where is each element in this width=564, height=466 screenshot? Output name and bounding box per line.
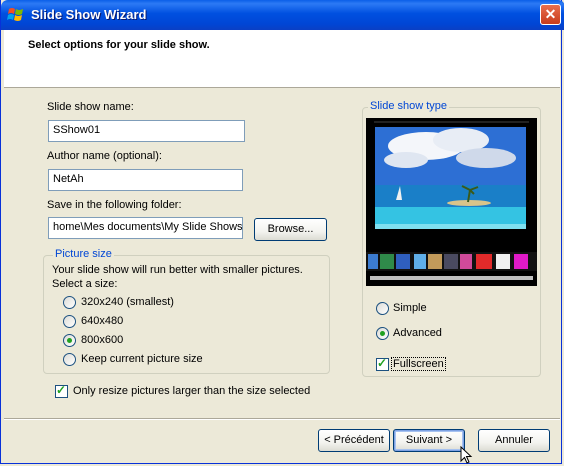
author-label: Author name (optional):: [47, 150, 162, 162]
size-radio-320[interactable]: [63, 296, 76, 309]
title-bar[interactable]: Slide Show Wizard ✕: [1, 0, 564, 30]
slide-show-type-title: Slide show type: [368, 100, 450, 112]
wizard-header: Select options for your slide show.: [4, 30, 560, 88]
cancel-button[interactable]: Annuler: [478, 429, 550, 452]
picture-size-hint: Your slide show will run better with sma…: [52, 264, 303, 276]
size-option-800-label: 800x600: [81, 334, 124, 346]
size-option-keep-label: Keep current picture size: [81, 353, 203, 365]
size-radio-640[interactable]: [63, 315, 76, 328]
close-icon: ✕: [544, 6, 557, 22]
page-title: Select options for your slide show.: [28, 39, 210, 51]
size-radio-keep[interactable]: [63, 353, 76, 366]
size-option-640-label: 640x480: [81, 315, 124, 327]
name-label: Slide show name:: [47, 101, 134, 113]
wizard-window: Slide Show Wizard ✕ Select options for y…: [0, 0, 564, 464]
close-button[interactable]: ✕: [540, 4, 561, 25]
select-size-label: Select a size:: [52, 278, 118, 290]
type-simple-label: Simple: [393, 302, 427, 314]
author-name-input[interactable]: NetAh: [48, 169, 243, 191]
browse-button[interactable]: Browse...: [254, 218, 327, 241]
resize-larger-label: Only resize pictures larger than the siz…: [73, 385, 311, 397]
size-option-320-label: 320x240 (smallest): [81, 296, 174, 308]
type-advanced-label: Advanced: [393, 327, 442, 339]
windows-logo-icon: [7, 8, 23, 21]
fullscreen-label: Fullscreen: [391, 357, 446, 371]
preview-illustration: [366, 118, 537, 286]
fullscreen-checkbox[interactable]: [376, 356, 389, 371]
folder-path-input[interactable]: home\Mes documents\My Slide Shows: [48, 217, 243, 239]
window-title: Slide Show Wizard: [31, 7, 147, 22]
footer-separator: [4, 418, 560, 420]
size-radio-800[interactable]: [63, 334, 76, 347]
slideshow-preview-image: [366, 118, 537, 286]
slide-show-name-input[interactable]: SShow01: [48, 120, 245, 142]
resize-larger-checkbox[interactable]: [55, 383, 68, 398]
type-radio-advanced[interactable]: [376, 327, 389, 340]
picture-size-title: Picture size: [53, 248, 114, 260]
next-button[interactable]: Suivant >: [393, 429, 465, 452]
type-radio-simple[interactable]: [376, 302, 389, 315]
back-button[interactable]: < Précédent: [318, 429, 390, 452]
mouse-cursor-icon: [460, 446, 473, 464]
folder-label: Save in the following folder:: [47, 199, 182, 211]
